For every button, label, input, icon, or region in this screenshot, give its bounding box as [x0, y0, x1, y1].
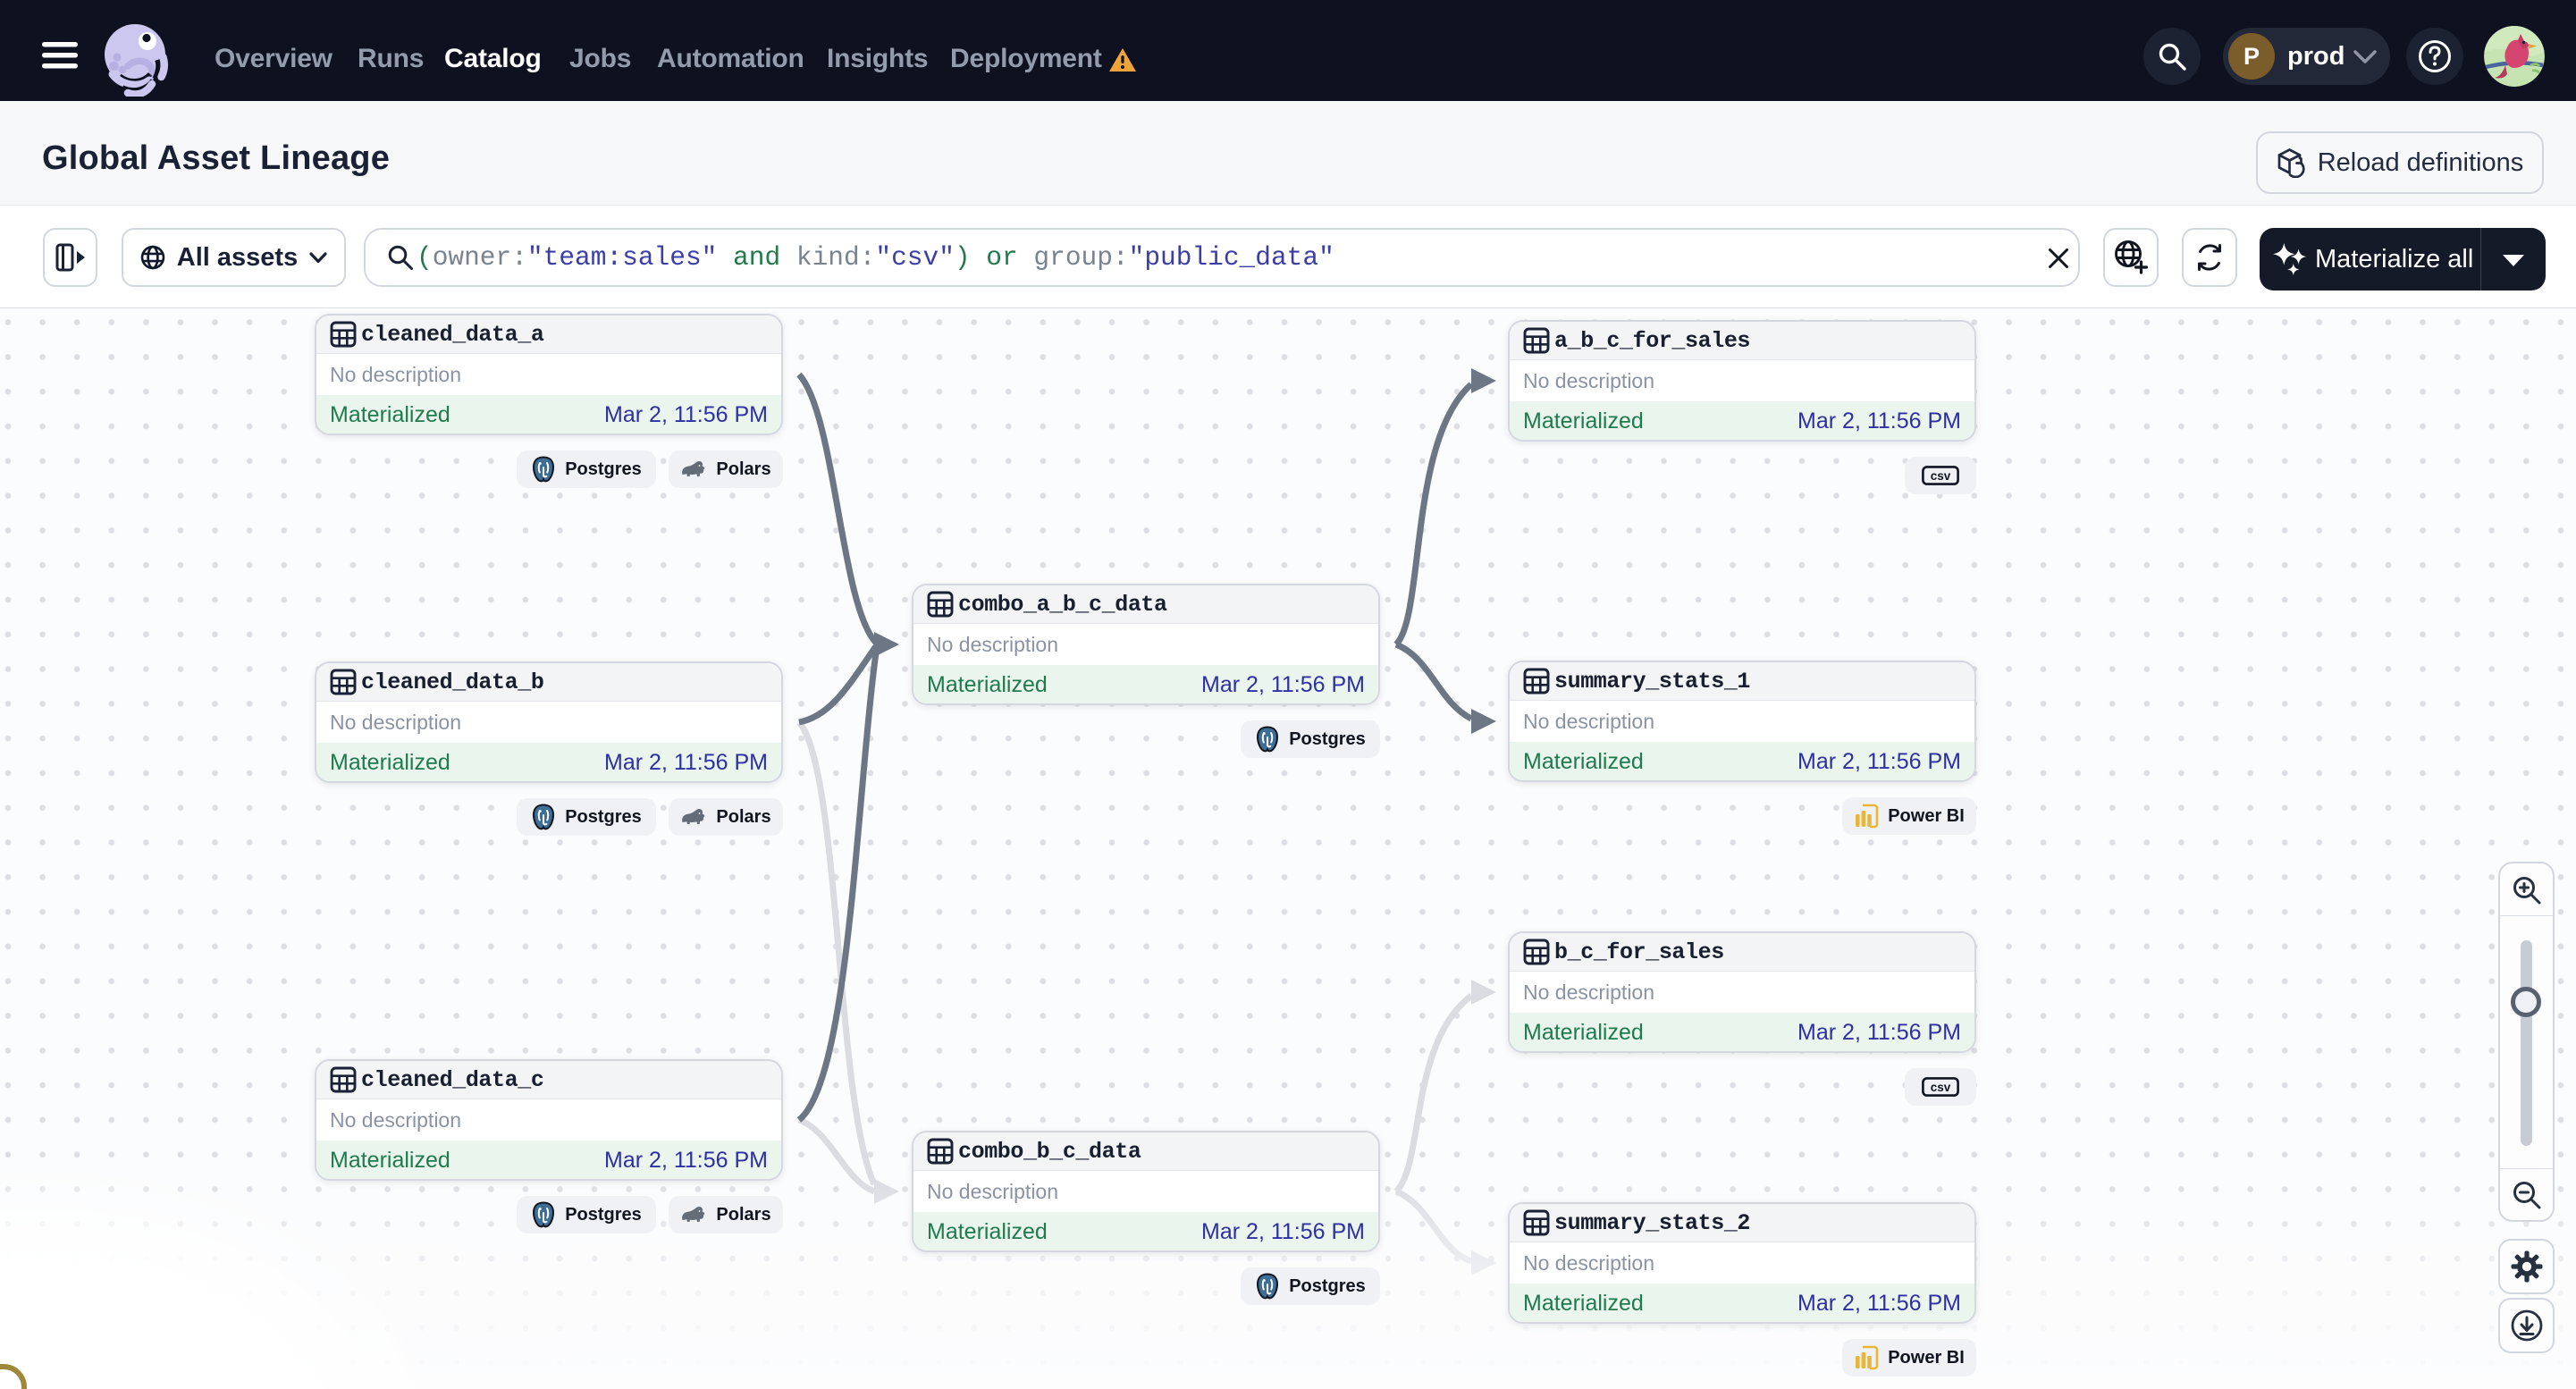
svg-text:csv: csv: [1931, 1081, 1951, 1094]
svg-text:csv: csv: [1931, 469, 1951, 483]
